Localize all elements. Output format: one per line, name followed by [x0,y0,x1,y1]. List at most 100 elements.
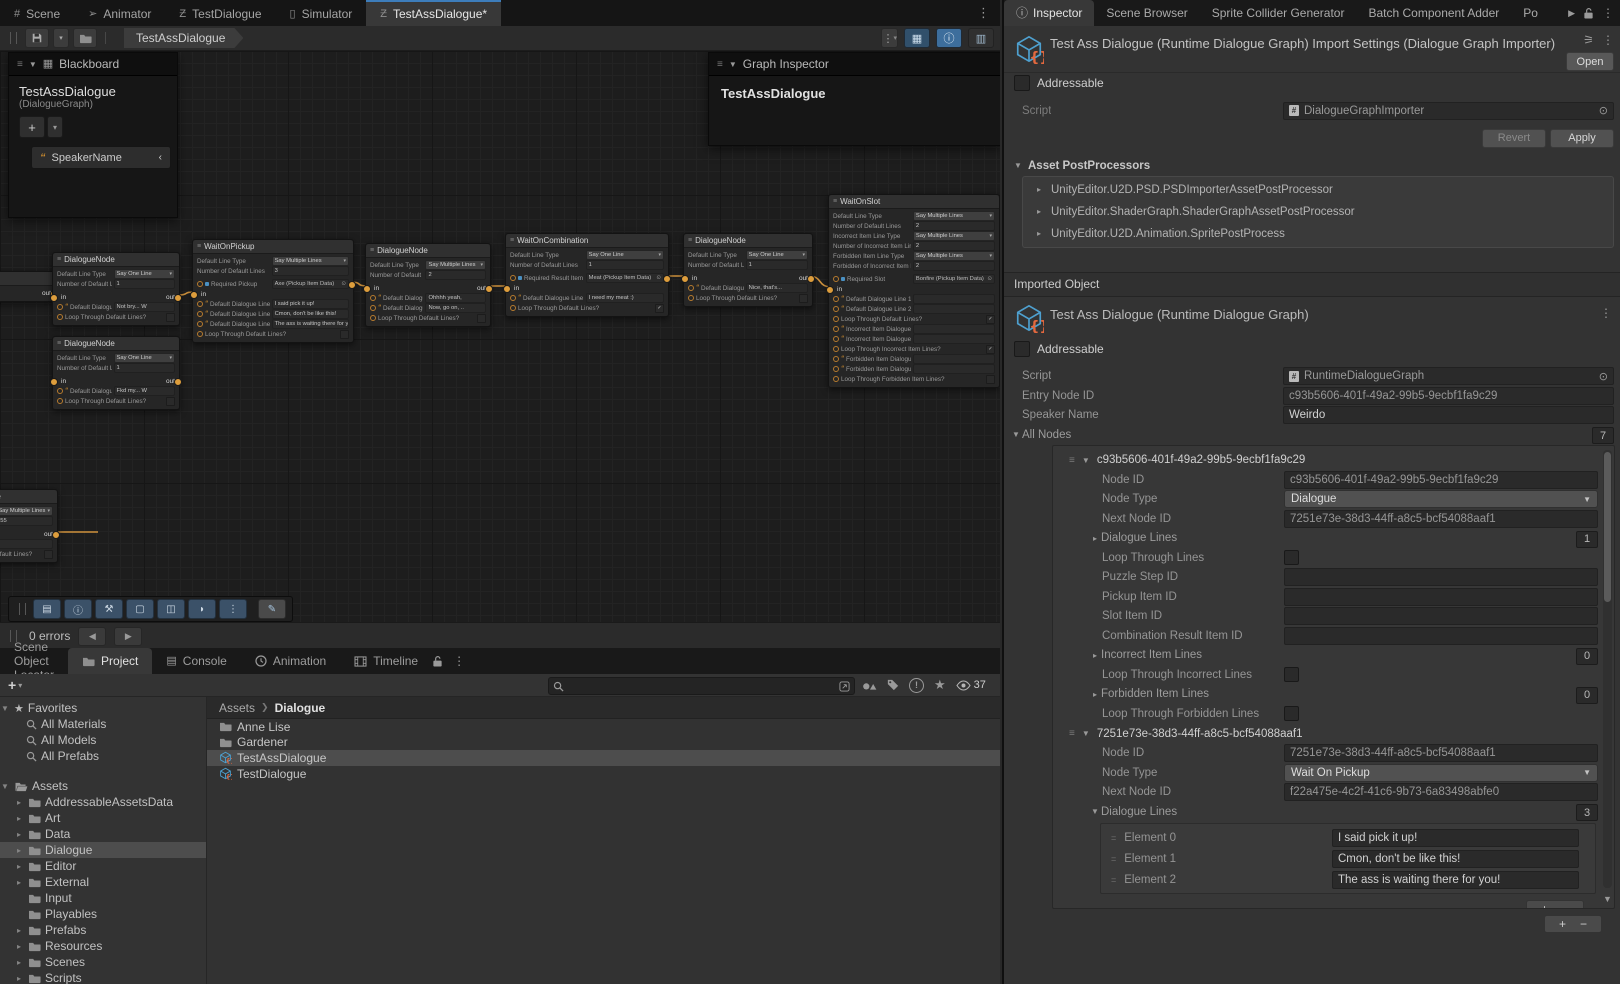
input-port[interactable] [681,275,689,283]
node-dropdown[interactable]: Say Multiple Lines▾ [425,260,486,270]
dialogue-line-field[interactable]: Now, go on, .. [425,303,486,313]
drag-handle-icon[interactable]: = [1101,854,1124,864]
property-text-field[interactable] [1284,588,1598,606]
property-port-icon[interactable] [833,366,839,372]
toolbar-drag-handle[interactable] [19,603,26,615]
panel-tab-scene-object-locator[interactable]: Scene Object Locator [0,648,68,674]
dialogue-line-field[interactable]: Nice, that's... [746,283,808,293]
graph-info-icon[interactable]: ⓘ [936,28,962,48]
property-text-field[interactable] [1284,627,1598,645]
tree-folder-prefabs[interactable]: ▸Prefabs [0,922,206,938]
node-checkbox[interactable] [340,330,349,339]
toolbar-drag-handle[interactable] [10,32,17,44]
tree-folder-playables[interactable]: Playables [0,906,206,922]
node-dropdown[interactable]: Say Multiple Lines▾ [913,211,995,221]
property-port-icon[interactable] [833,306,839,312]
property-port-icon[interactable] [688,295,694,301]
node-int-field[interactable]: -55 [0,516,53,526]
kebab-menu-icon[interactable]: ⋮ [967,5,1000,21]
graph-canvas[interactable]: ≡StartNodeSpeakerNameout≡DialogueNodeDef… [0,51,1000,622]
property-port-icon[interactable] [833,356,839,362]
kebab-menu-icon[interactable]: ⋮ [453,654,465,668]
postprocessor-row[interactable]: ▸UnityEditor.U2D.PSD.PSDImporterAssetPos… [1023,179,1613,201]
apply-button[interactable]: Apply [1550,129,1614,148]
kebab-menu-icon[interactable]: ⋮ [1602,6,1614,20]
foldout-arrow-icon[interactable]: ▼ [1080,456,1092,465]
tree-folder-addressableassetsdata[interactable]: ▸AddressableAssetsData [0,794,206,810]
property-text-field[interactable]: 7251e73e-38d3-44ff-a8c5-bcf54088aaf1 [1284,510,1598,528]
object-picker-icon[interactable]: ⊙ [1595,370,1608,383]
dialogue-line-field[interactable]: I need my meat :) [586,293,664,303]
tree-item-all-models[interactable]: All Models [0,732,206,748]
array-size-field[interactable]: 0 [1576,648,1598,665]
node-int-field[interactable]: 1 [586,260,664,270]
minimap-toggle-icon[interactable]: ▦ [904,28,930,48]
importer-script-field[interactable]: # DialogueGraphImporter ⊙ [1283,102,1614,120]
foldout-arrow-icon[interactable]: ▸ [1089,651,1101,660]
output-port[interactable] [348,281,356,289]
hidden-packages-icon[interactable]: ! [909,678,924,693]
property-text-field[interactable] [1284,607,1598,625]
property-text-field[interactable]: c93b5606-401f-49a2-99b5-9ecbf1fa9c29 [1283,387,1614,405]
tab-scroll-right-icon[interactable]: ▶ [1568,8,1575,19]
save-button[interactable] [25,28,49,48]
output-port[interactable] [174,294,182,302]
asset-postprocessors-foldout[interactable]: ▼ Asset PostProcessors [1004,148,1620,174]
array-size-field[interactable]: 3 [1576,804,1598,821]
visibility-icon[interactable] [956,680,971,691]
property-checkbox[interactable] [1284,550,1299,565]
add-variable-button[interactable]: + [19,116,45,138]
list-scrollbar[interactable] [1603,450,1612,888]
script-object-field[interactable]: #RuntimeDialogueGraph⊙ [1283,367,1614,385]
property-port-icon[interactable] [833,296,839,302]
element-text-field[interactable]: The ass is waiting there for you! [1332,871,1579,889]
prev-error-button[interactable]: ◀ [78,627,106,646]
node-dropdown[interactable]: Say Multiple Lines▾ [913,251,995,261]
window-panel-icon[interactable]: ▢ [126,599,154,619]
postprocessor-row[interactable]: ▸UnityEditor.ShaderGraph.ShaderGraphAsse… [1023,201,1613,223]
property-dropdown[interactable]: Wait On Pickup▼ [1284,764,1598,782]
property-port-icon[interactable] [510,275,516,281]
file-item-testdialogue[interactable]: {}TestDialogue [207,766,1000,782]
property-port-icon[interactable] [57,304,63,310]
property-text-field[interactable]: 7251e73e-38d3-44ff-a8c5-bcf54088aaf1 [1284,744,1598,762]
inspector-tab-sprite-collider-generator[interactable]: Sprite Collider Generator [1200,0,1357,26]
play-transition-icon[interactable]: ◗ [188,599,216,619]
dialogue-line-field[interactable]: Not bry... W [114,302,175,312]
dialogue-line-field[interactable] [913,304,995,314]
node-checkbox[interactable] [477,314,486,323]
show-in-project-button[interactable] [73,28,97,48]
foldout-arrow-icon[interactable]: ▼ [1012,161,1024,170]
foldout-arrow-icon[interactable]: ▸ [1089,690,1101,699]
node-object-field[interactable]: Meat (Pickup Item Data)⊙ [586,273,664,283]
editor-tab-testdialogue[interactable]: ƵTestDialogue [165,0,275,26]
wait-on-combination-node[interactable]: ≡WaitOnCombinationDefault Line TypeSay O… [505,233,669,317]
object-picker-icon[interactable]: ⊙ [1595,104,1608,117]
node-dropdown[interactable]: Say Multiple Lines▾ [272,256,349,266]
postprocessor-row[interactable]: ▸UnityEditor.U2D.Animation.SpritePostPro… [1023,223,1613,245]
dialogue-line-field[interactable] [913,324,995,334]
file-item-testassdialogue[interactable]: {}TestAssDialogue [207,750,1000,766]
editor-tab-animator[interactable]: ➢Animator [74,0,165,26]
wait-on-pickup-node[interactable]: ≡WaitOnPickupDefault Line TypeSay Multip… [192,239,354,343]
blackboard-toggle-icon[interactable]: ◫ [157,599,185,619]
node-checkbox[interactable] [166,313,175,322]
output-port[interactable] [174,378,182,386]
property-port-icon[interactable] [510,295,516,301]
tree-folder-editor[interactable]: ▸Editor [0,858,206,874]
node-int-field[interactable]: 2 [913,241,995,251]
property-port-icon[interactable] [370,305,376,311]
property-port-icon[interactable] [197,301,203,307]
dialogue-line-field[interactable]: Fkd my... W [114,386,175,396]
collapse-chevron-icon[interactable]: ‹ [159,152,162,163]
dialogue-line-field[interactable] [913,294,995,304]
node-checkbox[interactable] [166,397,175,406]
property-port-icon[interactable] [833,276,839,282]
node-checkbox[interactable]: ✓ [986,315,995,324]
search-input[interactable] [568,679,835,693]
property-port-icon[interactable] [833,336,839,342]
property-text-field[interactable] [1284,568,1598,586]
foldout-arrow-icon[interactable]: ▼ [1089,807,1101,816]
dialogue-line-field[interactable] [913,334,995,344]
tree-folder-resources[interactable]: ▸Resources [0,938,206,954]
